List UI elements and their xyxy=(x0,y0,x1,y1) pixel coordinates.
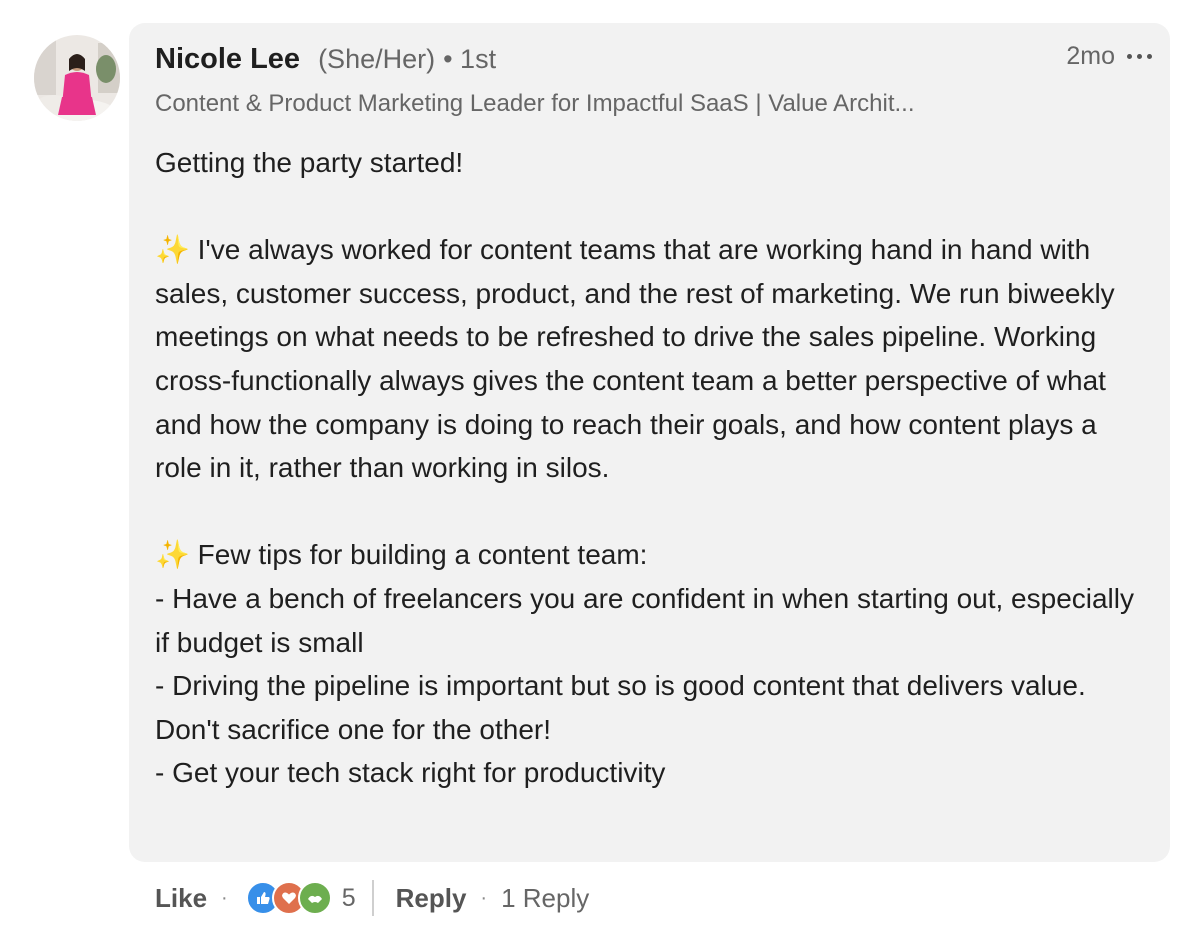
support-reaction-icon xyxy=(297,881,332,915)
author-pronouns: (She/Her) xyxy=(318,44,436,74)
reply-button[interactable]: Reply xyxy=(396,883,467,914)
like-button[interactable]: Like xyxy=(155,883,207,914)
sparkles-icon: ✨ xyxy=(155,539,190,571)
reply-count-link[interactable]: 1 Reply xyxy=(501,883,589,914)
reaction-count: 5 xyxy=(341,883,356,912)
avatar[interactable] xyxy=(34,35,120,121)
separator-dot: · xyxy=(221,886,228,909)
reactions-summary[interactable]: 5 xyxy=(245,881,356,915)
more-options-icon[interactable] xyxy=(1127,54,1152,59)
sparkles-icon: ✨ xyxy=(155,234,190,266)
tip-item: - Have a bench of freelancers you are co… xyxy=(155,582,1135,658)
tips-heading: Few tips for building a content team: xyxy=(189,539,648,571)
comment-paragraph: ✨ I've always worked for content teams t… xyxy=(155,228,1145,490)
separator-dot: · xyxy=(480,886,488,909)
comment-actions: Like · 5 Reply · 1 Reply xyxy=(155,876,589,920)
connection-degree: • 1st xyxy=(443,44,497,74)
comment-meta: 2mo xyxy=(1066,42,1152,71)
comment-paragraph: ✨ Few tips for building a content team: xyxy=(155,533,1145,577)
comment-paragraph-text: I've always worked for content teams tha… xyxy=(155,234,1115,484)
author-name[interactable]: Nicole Lee xyxy=(155,43,300,76)
comment-paragraph: Getting the party started! xyxy=(155,147,464,178)
tip-item: - Driving the pipeline is important but … xyxy=(155,670,1086,745)
tip-item: - Get your tech stack right for producti… xyxy=(155,757,666,789)
comment-timestamp: 2mo xyxy=(1066,42,1115,70)
author-info: Nicole Lee (She/Her) • 1st xyxy=(155,43,496,87)
actions-divider xyxy=(371,880,374,916)
comment-body: Getting the party started! ✨ I've always… xyxy=(155,141,1145,795)
author-headline: Content & Product Marketing Leader for I… xyxy=(155,90,915,117)
